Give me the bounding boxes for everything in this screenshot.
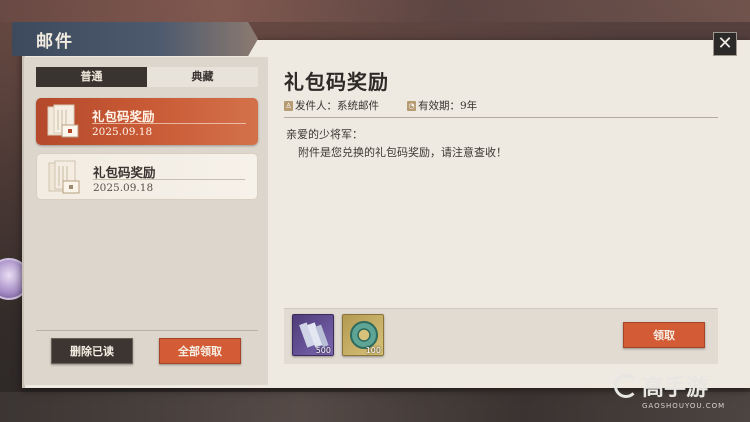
tab-collection[interactable]: 典藏 xyxy=(147,67,258,87)
close-button[interactable]: ✕ xyxy=(713,32,737,56)
left-footer-divider xyxy=(36,330,258,331)
claim-all-button[interactable]: 全部领取 xyxy=(159,338,241,364)
mail-item-divider xyxy=(93,179,245,180)
watermark-logo-icon xyxy=(614,374,638,398)
mail-package-icon xyxy=(47,104,79,138)
watermark-subtext: GAOSHOUYOU.COM xyxy=(642,402,726,410)
validity-row: ◔ 有效期：9年 xyxy=(407,98,477,113)
mail-tabs: 普通 典藏 xyxy=(36,67,258,87)
validity-label: 有效期：9年 xyxy=(418,100,478,112)
mail-list-item[interactable]: 礼包码奖励 2025.09.18 xyxy=(36,98,258,145)
mail-item-divider xyxy=(92,123,246,124)
mail-date: 2025.09.18 xyxy=(92,126,153,138)
mail-greeting: 亲爱的少将军： xyxy=(286,128,363,141)
mail-detail-title: 礼包码奖励 xyxy=(284,70,389,94)
mail-package-icon xyxy=(48,160,80,194)
background-top-strip xyxy=(0,0,750,22)
hourglass-icon: ◔ xyxy=(407,100,416,111)
jade-coin-icon[interactable]: 100 xyxy=(342,314,384,356)
window-title: 邮件 xyxy=(36,32,74,52)
mail-list-item[interactable]: 礼包码奖励 2025.09.18 xyxy=(36,153,258,200)
sender-label: 发件人：系统邮件 xyxy=(295,100,379,112)
watermark: 高手游 GAOSHOUYOU.COM xyxy=(614,370,725,410)
watermark-text: 高手游 xyxy=(642,376,709,401)
item-count: 500 xyxy=(315,346,331,355)
detail-divider xyxy=(284,117,718,118)
watermark-main: 高手游 xyxy=(614,370,725,402)
scroll-bundle-icon[interactable]: 500 xyxy=(292,314,334,356)
claim-button[interactable]: 领取 xyxy=(623,322,705,348)
tab-normal[interactable]: 普通 xyxy=(36,67,147,87)
person-icon: ♙ xyxy=(284,100,293,111)
sender-row: ♙ 发件人：系统邮件 xyxy=(284,98,379,113)
mail-body: 附件是您兑换的礼包码奖励，请注意查收！ xyxy=(298,146,507,159)
delete-read-button[interactable]: 删除已读 xyxy=(51,338,133,364)
mail-date: 2025.09.18 xyxy=(93,182,154,194)
item-count: 100 xyxy=(365,346,381,355)
